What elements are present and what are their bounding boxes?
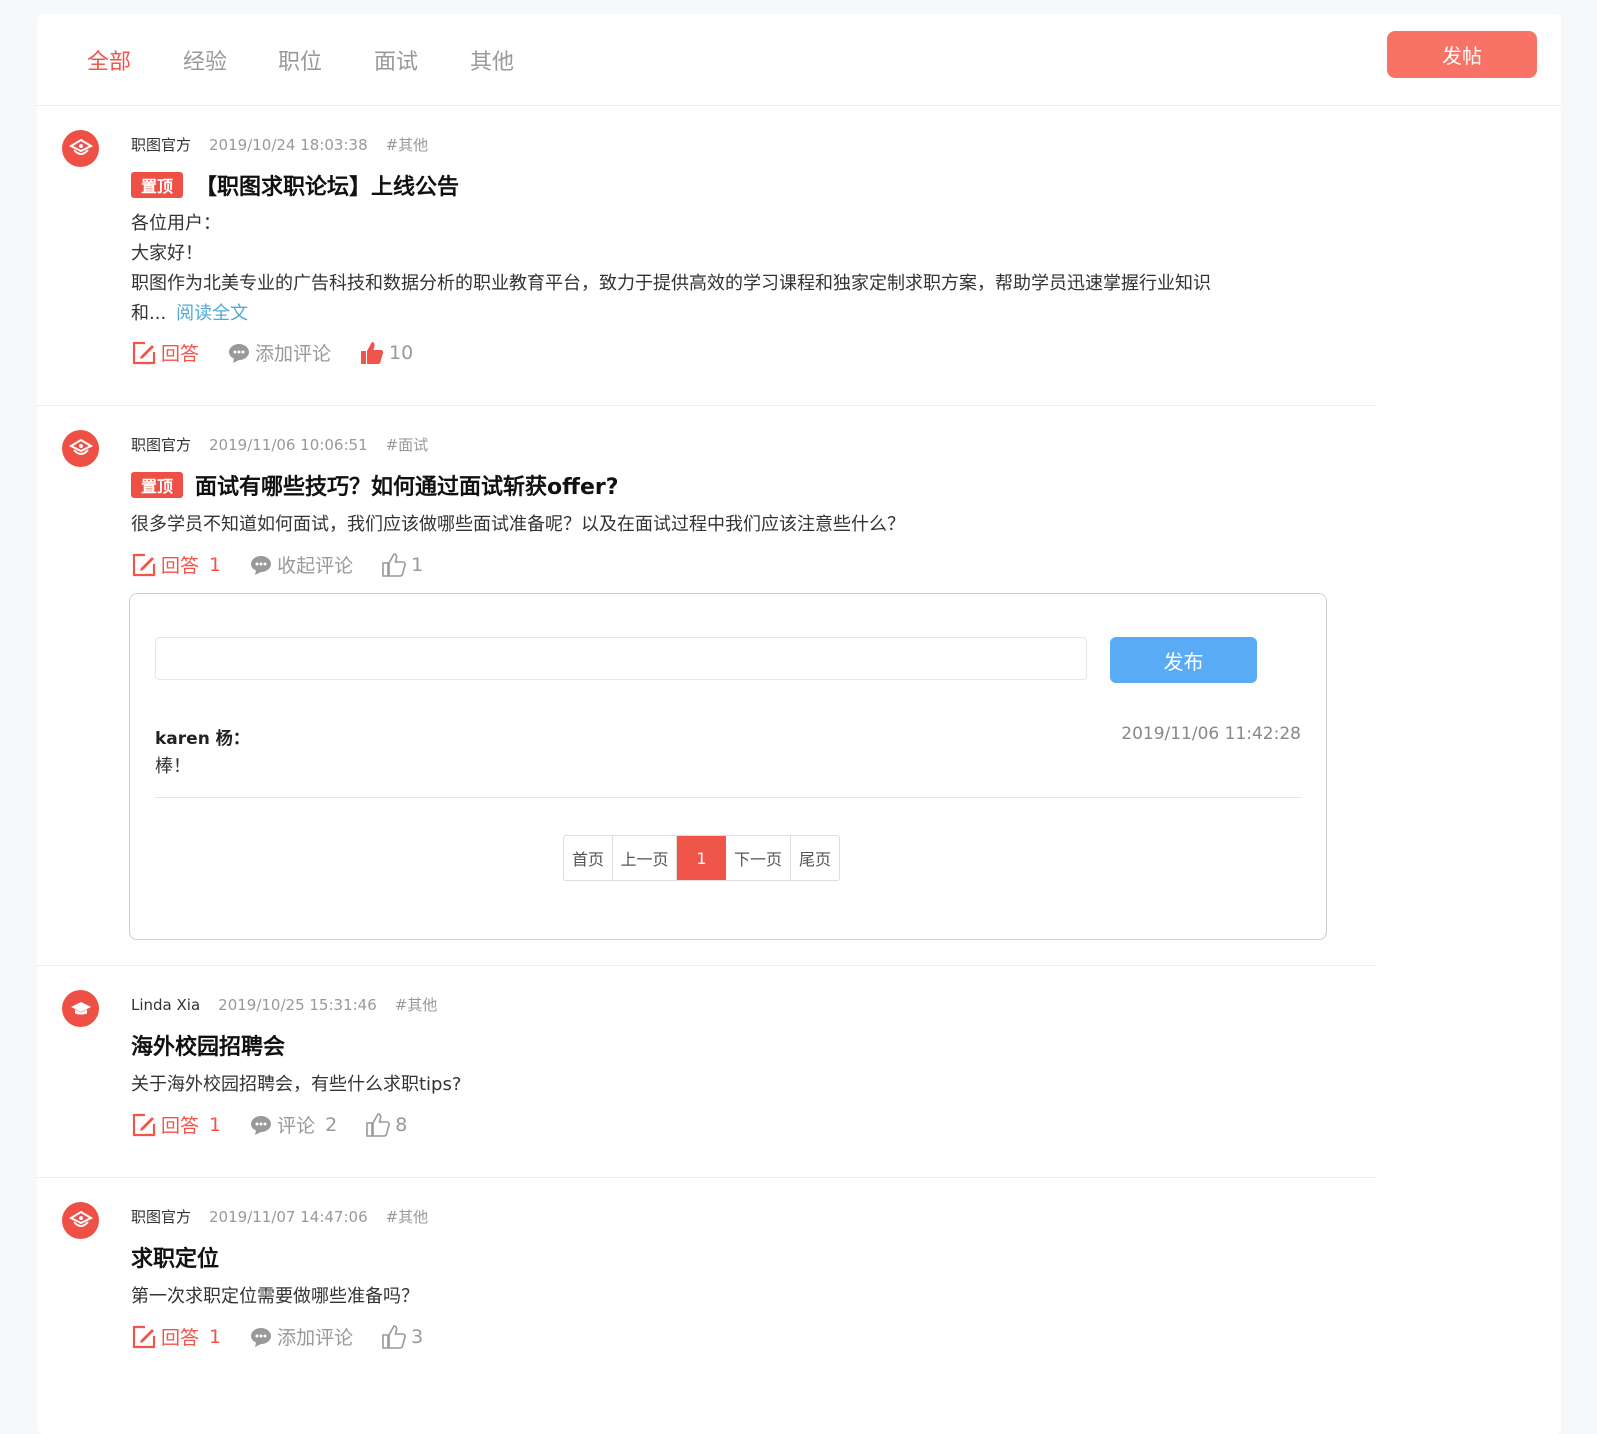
edit-icon <box>132 553 156 576</box>
post-title[interactable]: 【职图求职论坛】上线公告 <box>195 169 459 201</box>
category-tab-bar: 全部 经验 职位 面试 其他 发帖 <box>37 14 1561 106</box>
pinned-badge: 置顶 <box>131 472 184 498</box>
post-tag[interactable]: #其他 <box>386 1208 429 1226</box>
new-post-button[interactable]: 发帖 <box>1387 31 1537 78</box>
post-tag[interactable]: #其他 <box>395 996 438 1014</box>
post-tag[interactable]: #面试 <box>386 436 429 454</box>
post-item: 职图官方 2019/10/24 18:03:38 #其他 置顶 【职图求职论坛】上线… <box>37 106 1377 406</box>
comment-time: 2019/11/06 11:42:28 <box>1121 724 1301 744</box>
add-comment-button[interactable]: 添加评论 <box>249 1323 353 1350</box>
post-time: 2019/11/06 10:06:51 <box>209 436 368 454</box>
tab-interview[interactable]: 面试 <box>374 44 418 76</box>
answer-button[interactable]: 回答 1 <box>131 551 221 578</box>
comment-user: karen 杨： <box>155 729 250 749</box>
chat-bubble-icon <box>229 343 250 363</box>
add-comment-button[interactable]: 添加评论 <box>227 339 331 366</box>
graduation-cap-icon <box>62 990 99 1027</box>
comment-text: 棒！ <box>155 756 191 777</box>
post-actions: 回答 1 添加评论 3 <box>131 1323 451 1350</box>
like-button[interactable]: 1 <box>381 552 423 578</box>
like-button[interactable]: 3 <box>381 1324 423 1350</box>
pagination: 首页 上一页 1 下一页 尾页 <box>563 835 840 881</box>
thumbs-up-icon <box>366 1112 391 1137</box>
post-tag[interactable]: #其他 <box>386 136 429 154</box>
comment-count: 2 <box>325 1113 338 1136</box>
post-meta: 职图官方 2019/10/24 18:03:38 #其他 <box>131 134 428 155</box>
divider <box>155 797 1302 798</box>
post-content: 各位用户： 大家好！ 职图作为北美专业的广告科技和数据分析的职业教育平台，致力于… <box>131 209 1331 329</box>
post-title-row: 置顶 【职图求职论坛】上线公告 <box>131 169 459 201</box>
forum-card: 全部 经验 职位 面试 其他 发帖 职图官方 2019/10/24 18:03:3… <box>37 14 1561 1434</box>
comment-button[interactable]: 评论 2 <box>249 1111 337 1138</box>
post-title-row: 置顶 面试有哪些技巧？如何通过面试斩获offer? <box>131 469 619 501</box>
post-author[interactable]: Linda Xia <box>131 996 200 1014</box>
tab-other[interactable]: 其他 <box>470 44 514 76</box>
page-prev[interactable]: 上一页 <box>613 836 677 880</box>
edit-icon <box>132 1325 156 1348</box>
comment-panel: 发布 karen 杨： 2019/11/06 11:42:28 棒！ 首页 上一… <box>129 593 1327 940</box>
pinned-badge: 置顶 <box>131 172 184 198</box>
post-time: 2019/10/24 18:03:38 <box>209 136 368 154</box>
like-button[interactable]: 10 <box>359 340 413 366</box>
answer-count: 1 <box>209 1113 222 1136</box>
edit-icon <box>132 341 156 364</box>
post-title-row: 求职定位 <box>131 1241 219 1273</box>
post-author[interactable]: 职图官方 <box>131 1208 191 1226</box>
thumbs-up-icon <box>361 341 384 364</box>
post-content: 第一次求职定位需要做哪些准备吗？ <box>131 1286 419 1307</box>
collapse-comments-button[interactable]: 收起评论 <box>249 551 353 578</box>
post-actions: 回答 添加评论 10 <box>131 339 441 366</box>
post-actions: 回答 1 评论 2 8 <box>131 1111 435 1138</box>
post-meta: Linda Xia 2019/10/25 15:31:46 #其他 <box>131 994 437 1015</box>
zhitu-logo-icon <box>62 1202 99 1239</box>
page-last[interactable]: 尾页 <box>791 836 839 880</box>
content-line: 大家好！ <box>131 243 203 264</box>
edit-icon <box>132 1113 156 1136</box>
post-title[interactable]: 海外校园招聘会 <box>131 1029 285 1061</box>
post-title[interactable]: 面试有哪些技巧？如何通过面试斩获offer? <box>195 469 618 501</box>
post-author[interactable]: 职图官方 <box>131 136 191 154</box>
read-more-link[interactable]: 阅读全文 <box>176 303 248 324</box>
content-line: 各位用户： <box>131 213 221 234</box>
post-item: 职图官方 2019/11/07 14:47:06 #其他 求职定位 第一次求职定位需… <box>37 1178 1377 1408</box>
answer-button[interactable]: 回答 <box>131 339 199 366</box>
answer-count: 1 <box>209 1325 222 1348</box>
answer-button[interactable]: 回答 1 <box>131 1323 221 1350</box>
tab-experience[interactable]: 经验 <box>183 44 227 76</box>
comment-input[interactable] <box>155 637 1087 680</box>
zhitu-logo-icon <box>62 430 99 467</box>
like-button[interactable]: 8 <box>365 1112 407 1138</box>
post-actions: 回答 1 收起评论 1 <box>131 551 451 578</box>
page-next[interactable]: 下一页 <box>726 836 791 880</box>
post-item: Linda Xia 2019/10/25 15:31:46 #其他 海外校园招聘会 … <box>37 966 1377 1178</box>
tab-position[interactable]: 职位 <box>278 44 322 76</box>
page-first[interactable]: 首页 <box>564 836 613 880</box>
publish-button[interactable]: 发布 <box>1110 637 1257 683</box>
post-title-row: 海外校园招聘会 <box>131 1029 285 1061</box>
post-time: 2019/11/07 14:47:06 <box>209 1208 368 1226</box>
chat-bubble-icon <box>251 1115 272 1135</box>
post-meta: 职图官方 2019/11/07 14:47:06 #其他 <box>131 1206 428 1227</box>
post-content: 关于海外校园招聘会，有些什么求职tips? <box>131 1074 462 1095</box>
post-time: 2019/10/25 15:31:46 <box>218 996 377 1014</box>
tab-all[interactable]: 全部 <box>87 44 131 76</box>
chat-bubble-icon <box>251 555 272 575</box>
answer-count: 1 <box>209 553 222 576</box>
post-content: 很多学员不知道如何面试，我们应该做哪些面试准备呢？以及在面试过程中我们应该注意些… <box>131 514 905 535</box>
post-author[interactable]: 职图官方 <box>131 436 191 454</box>
post-title[interactable]: 求职定位 <box>131 1241 219 1273</box>
page-current[interactable]: 1 <box>677 836 726 880</box>
post-item: 职图官方 2019/11/06 10:06:51 #面试 置顶 面试有哪些技巧？如何… <box>37 406 1377 966</box>
content-line: 职图作为北美专业的广告科技和数据分析的职业教育平台，致力于提供高效的学习课程和独… <box>131 273 1211 294</box>
chat-bubble-icon <box>251 1327 272 1347</box>
post-meta: 职图官方 2019/11/06 10:06:51 #面试 <box>131 434 428 455</box>
thumbs-up-icon <box>382 552 407 577</box>
zhitu-logo-icon <box>62 130 99 167</box>
thumbs-up-icon <box>382 1324 407 1349</box>
answer-button[interactable]: 回答 1 <box>131 1111 221 1138</box>
content-line: 和... 阅读全文 <box>131 303 249 324</box>
